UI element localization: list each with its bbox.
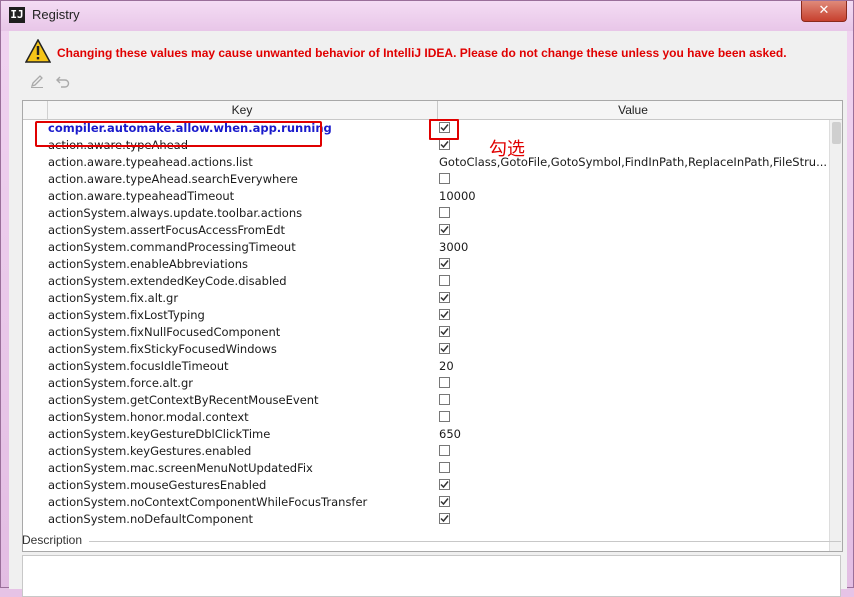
row-value[interactable]: 3000 xyxy=(439,240,828,254)
row-key: actionSystem.fixNullFocusedComponent xyxy=(48,325,281,339)
value-checkbox[interactable] xyxy=(439,258,450,269)
pencil-icon[interactable] xyxy=(29,73,45,89)
highlight-box-checkbox xyxy=(429,119,459,140)
registry-dialog: IJ Registry ✕ Changing these values may … xyxy=(0,0,854,597)
description-label: Description xyxy=(22,533,83,547)
value-checkbox[interactable] xyxy=(439,292,450,303)
table-row[interactable]: actionSystem.honor.modal.context xyxy=(23,409,828,426)
table-row[interactable]: actionSystem.force.alt.gr xyxy=(23,375,828,392)
table-row[interactable]: actionSystem.extendedKeyCode.disabled xyxy=(23,273,828,290)
row-key: actionSystem.keyGestures.enabled xyxy=(48,444,252,458)
checkmark-icon xyxy=(440,498,449,506)
registry-table: Key Value compiler.automake.allow.when.a… xyxy=(22,100,843,552)
row-key: actionSystem.always.update.toolbar.actio… xyxy=(48,206,303,220)
value-checkbox[interactable] xyxy=(439,513,450,524)
value-checkbox[interactable] xyxy=(439,224,450,235)
table-row[interactable]: actionSystem.enableAbbreviations xyxy=(23,256,828,273)
table-row[interactable]: actionSystem.fix.alt.gr xyxy=(23,290,828,307)
value-checkbox[interactable] xyxy=(439,394,450,405)
checkmark-icon xyxy=(440,226,449,234)
description-panel xyxy=(22,555,841,597)
row-key: actionSystem.getContextByRecentMouseEven… xyxy=(48,393,319,407)
checkmark-icon xyxy=(440,345,449,353)
table-row[interactable]: actionSystem.always.update.toolbar.actio… xyxy=(23,205,828,222)
checkmark-icon xyxy=(440,328,449,336)
row-value[interactable]: 10000 xyxy=(439,189,828,203)
table-body: compiler.automake.allow.when.app.running… xyxy=(23,120,828,551)
table-row[interactable]: actionSystem.commandProcessingTimeout 300… xyxy=(23,239,828,256)
value-checkbox[interactable] xyxy=(439,479,450,490)
table-header: Key Value xyxy=(23,101,842,120)
value-checkbox[interactable] xyxy=(439,309,450,320)
table-row[interactable]: action.aware.typeahead.actions.list GotoC… xyxy=(23,154,828,171)
checkmark-icon xyxy=(440,515,449,523)
table-row[interactable]: action.aware.typeaheadTimeout 10000 xyxy=(23,188,828,205)
checkmark-icon xyxy=(440,311,449,319)
checkmark-icon xyxy=(440,141,449,149)
table-row[interactable]: actionSystem.noDefaultComponent xyxy=(23,511,828,528)
row-key: actionSystem.noDefaultComponent xyxy=(48,512,254,526)
table-row[interactable]: actionSystem.mouseGesturesEnabled xyxy=(23,477,828,494)
scrollbar-thumb[interactable] xyxy=(832,122,841,144)
window-title: Registry xyxy=(32,7,80,22)
row-key: actionSystem.extendedKeyCode.disabled xyxy=(48,274,287,288)
row-key: actionSystem.noContextComponentWhileFocu… xyxy=(48,495,368,509)
value-column-header[interactable]: Value xyxy=(438,101,828,119)
row-key: actionSystem.keyGestureDblClickTime xyxy=(48,427,271,441)
description-divider xyxy=(89,541,841,542)
row-key: actionSystem.fixLostTyping xyxy=(48,308,205,322)
row-key: action.aware.typeaheadTimeout xyxy=(48,189,235,203)
row-key: actionSystem.fix.alt.gr xyxy=(48,291,179,305)
table-row[interactable]: actionSystem.fixNullFocusedComponent xyxy=(23,324,828,341)
close-button[interactable]: ✕ xyxy=(801,1,847,22)
vertical-scrollbar[interactable] xyxy=(829,120,842,551)
row-key: action.aware.typeAhead.searchEverywhere xyxy=(48,172,298,186)
table-row[interactable]: action.aware.typeAhead.searchEverywhere xyxy=(23,171,828,188)
key-column-header[interactable]: Key xyxy=(47,101,438,119)
table-row[interactable]: actionSystem.assertFocusAccessFromEdt xyxy=(23,222,828,239)
checkmark-icon xyxy=(440,294,449,302)
checkmark-icon xyxy=(440,260,449,268)
table-row[interactable]: actionSystem.mac.screenMenuNotUpdatedFix xyxy=(23,460,828,477)
warning-triangle-icon xyxy=(25,39,51,63)
checkmark-icon xyxy=(440,481,449,489)
undo-icon[interactable] xyxy=(55,73,71,89)
row-key: actionSystem.force.alt.gr xyxy=(48,376,193,390)
value-checkbox[interactable] xyxy=(439,445,450,456)
row-value[interactable]: 650 xyxy=(439,427,828,441)
annotation-label: 勾选 xyxy=(489,139,525,160)
intellij-app-icon: IJ xyxy=(9,7,25,23)
value-checkbox[interactable] xyxy=(439,275,450,286)
row-value[interactable]: 20 xyxy=(439,359,828,373)
table-row[interactable]: actionSystem.fixStickyFocusedWindows xyxy=(23,341,828,358)
table-row[interactable]: actionSystem.keyGestures.enabled xyxy=(23,443,828,460)
row-key: actionSystem.assertFocusAccessFromEdt xyxy=(48,223,286,237)
value-checkbox[interactable] xyxy=(439,411,450,422)
value-checkbox[interactable] xyxy=(439,377,450,388)
row-key: actionSystem.honor.modal.context xyxy=(48,410,249,424)
table-row[interactable]: actionSystem.focusIdleTimeout 20 xyxy=(23,358,828,375)
row-key: actionSystem.commandProcessingTimeout xyxy=(48,240,296,254)
value-checkbox[interactable] xyxy=(439,496,450,507)
table-row[interactable]: actionSystem.fixLostTyping xyxy=(23,307,828,324)
table-row[interactable]: actionSystem.noContextComponentWhileFocu… xyxy=(23,494,828,511)
warning-message: Changing these values may cause unwanted… xyxy=(57,46,787,60)
row-key: actionSystem.focusIdleTimeout xyxy=(48,359,229,373)
row-key: actionSystem.fixStickyFocusedWindows xyxy=(48,342,277,356)
row-key: actionSystem.mouseGesturesEnabled xyxy=(48,478,267,492)
row-key: actionSystem.mac.screenMenuNotUpdatedFix xyxy=(48,461,313,475)
table-row[interactable]: actionSystem.getContextByRecentMouseEven… xyxy=(23,392,828,409)
value-checkbox[interactable] xyxy=(439,462,450,473)
value-checkbox[interactable] xyxy=(439,139,450,150)
value-checkbox[interactable] xyxy=(439,173,450,184)
title-bar: IJ Registry ✕ xyxy=(1,1,853,31)
row-key: actionSystem.enableAbbreviations xyxy=(48,257,249,271)
value-checkbox[interactable] xyxy=(439,343,450,354)
row-key: action.aware.typeahead.actions.list xyxy=(48,155,253,169)
table-row[interactable]: actionSystem.keyGestureDblClickTime 650 xyxy=(23,426,828,443)
value-checkbox[interactable] xyxy=(439,326,450,337)
highlight-box-key xyxy=(35,121,322,147)
dialog-content: Changing these values may cause unwanted… xyxy=(9,31,847,597)
value-checkbox[interactable] xyxy=(439,207,450,218)
